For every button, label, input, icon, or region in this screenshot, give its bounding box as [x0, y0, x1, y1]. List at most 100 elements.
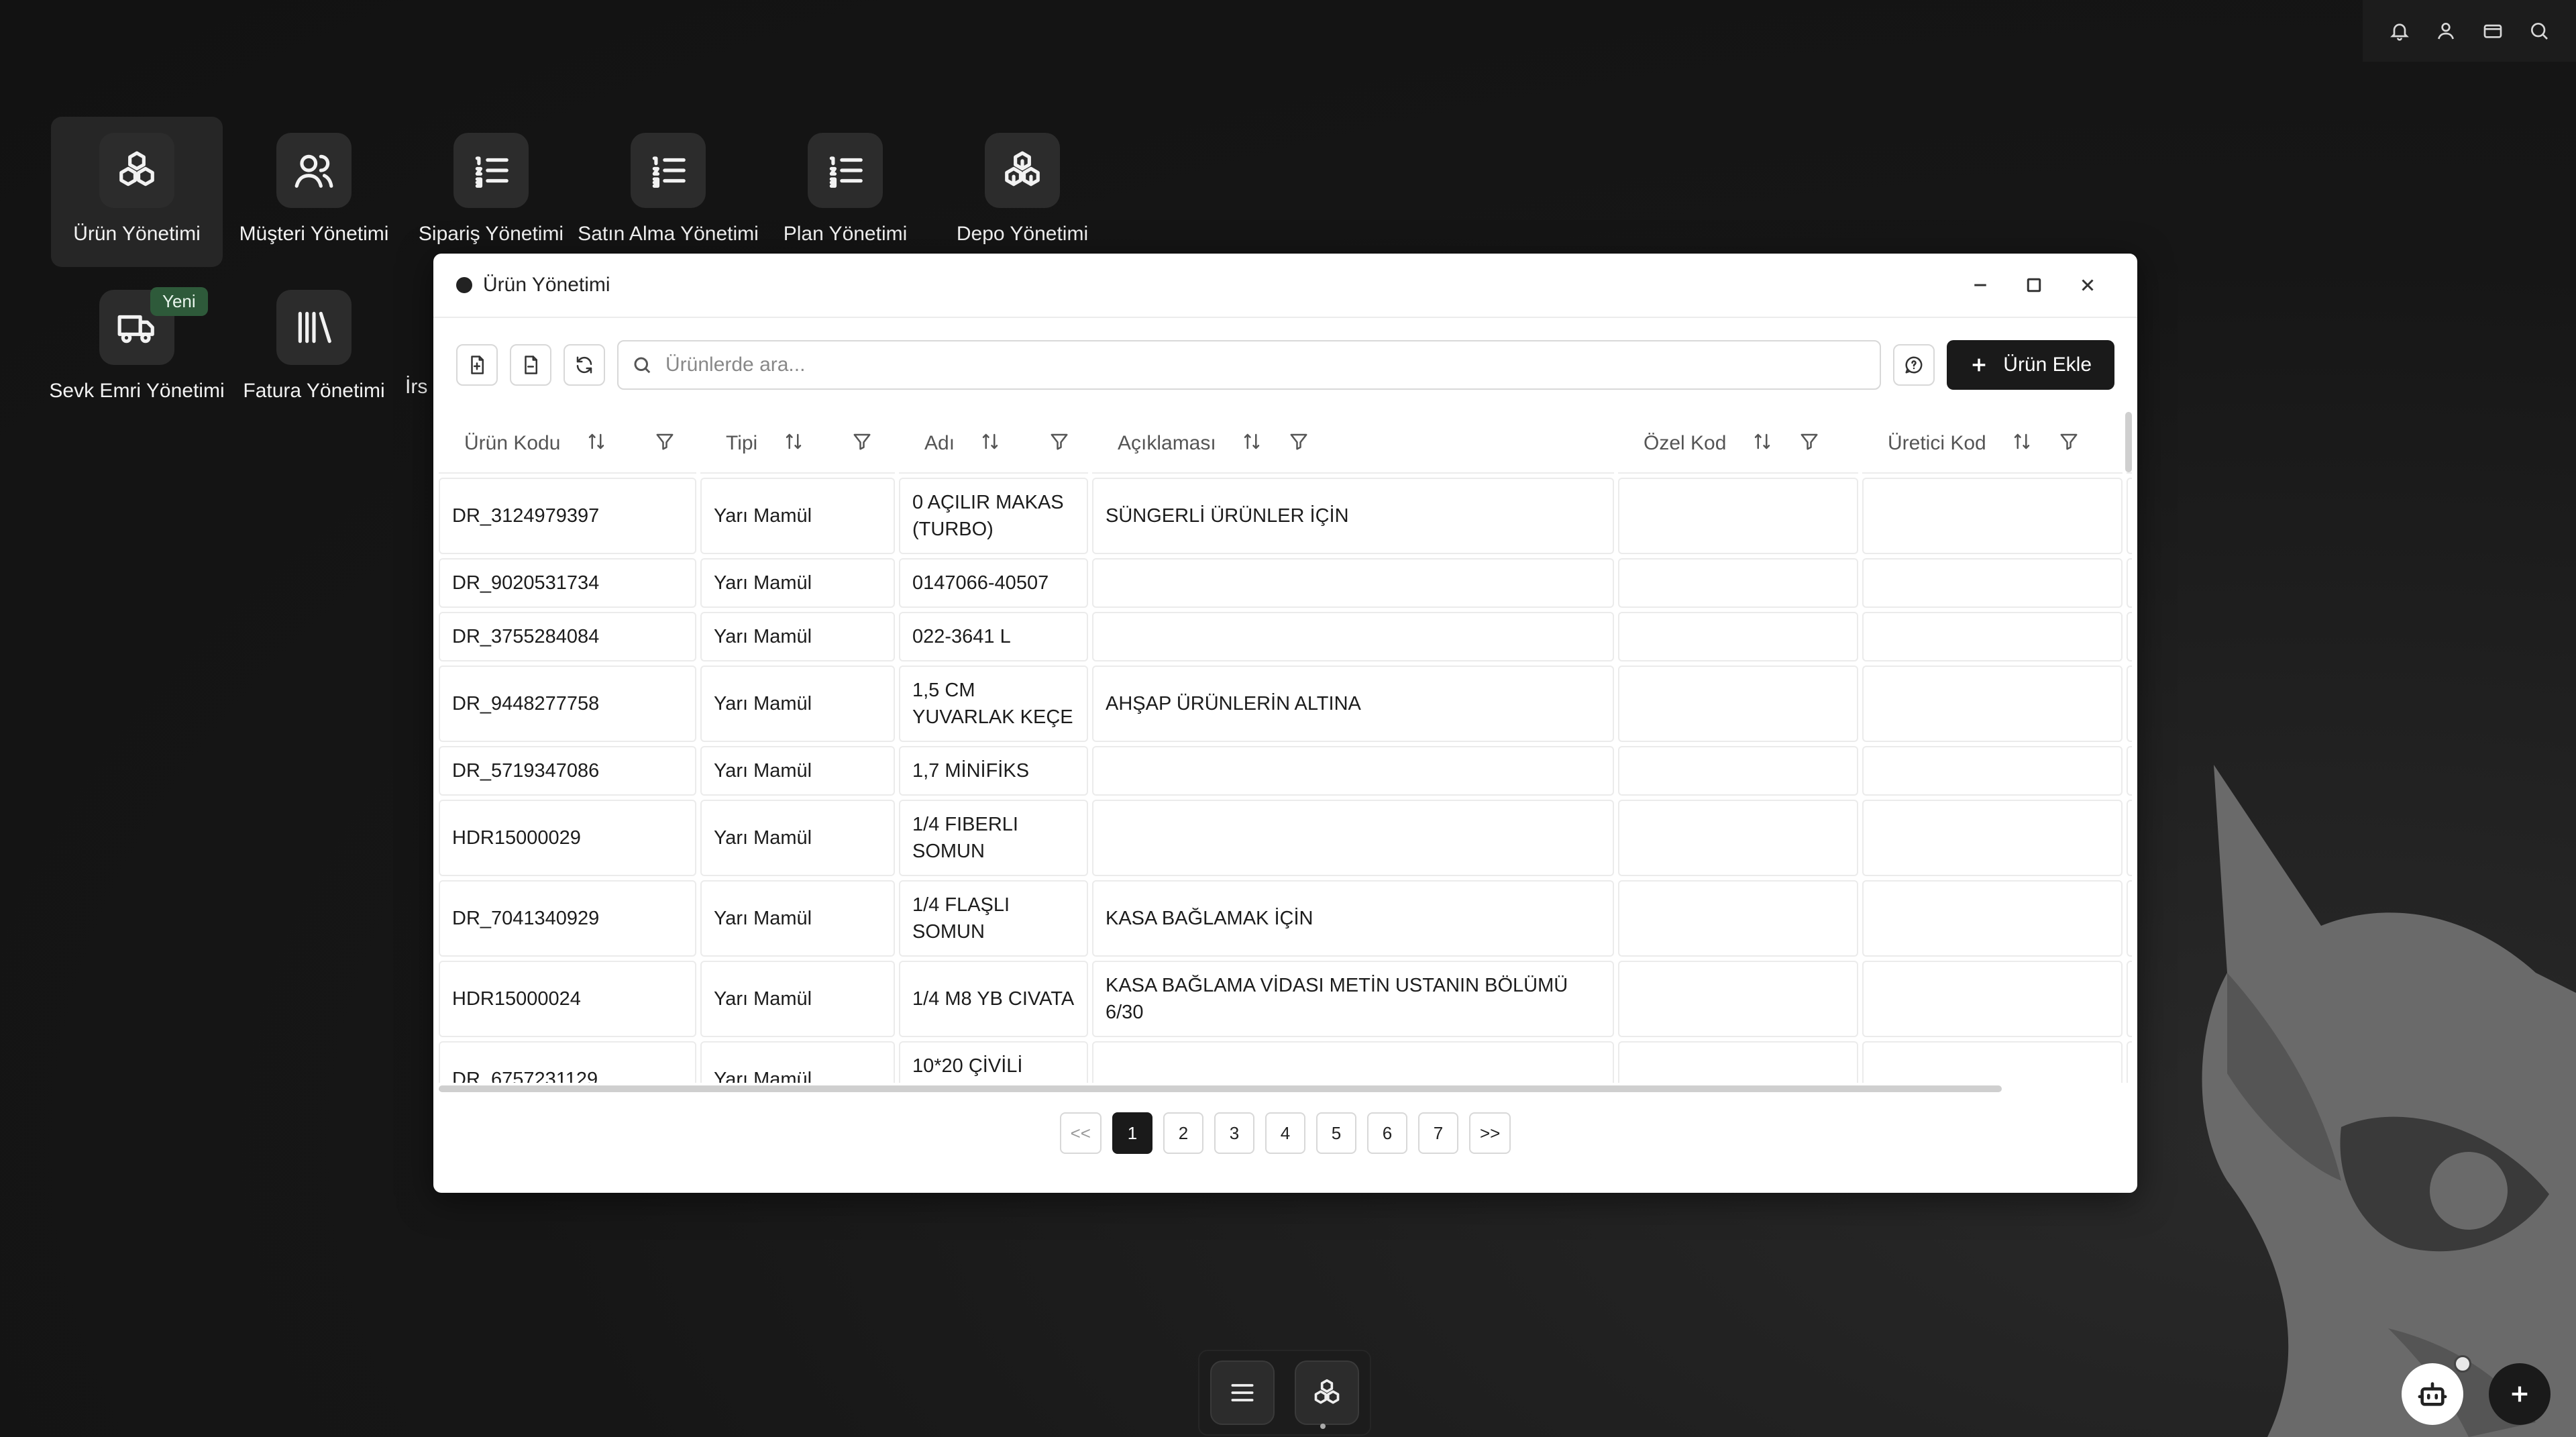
table-row[interactable]: DR_5719347086 Yarı Mamül 1,7 MİNİFİKS I: [439, 746, 2132, 796]
cell-extra: I: [2127, 478, 2132, 554]
column-header-aciklamasi[interactable]: Açıklaması: [1092, 416, 1614, 474]
cell-name: 022-3641 L: [899, 612, 1088, 661]
owl-watermark-icon: [2202, 765, 2576, 1437]
filter-icon[interactable]: [852, 431, 872, 457]
product-search[interactable]: [617, 340, 1882, 390]
search-icon[interactable]: [2524, 16, 2554, 46]
table-row[interactable]: DR_7041340929 Yarı Mamül 1/4 FLAŞLI SOMU…: [439, 880, 2132, 957]
pagination-page-1[interactable]: 1: [1112, 1112, 1152, 1154]
pagination-first-button[interactable]: <<: [1059, 1112, 1102, 1154]
bot-icon: [2418, 1382, 2447, 1406]
maximize-button[interactable]: [2007, 265, 2061, 305]
bell-icon[interactable]: [2385, 16, 2414, 46]
desktop-icon-siparis-yonetimi[interactable]: Sipariş Yönetimi: [405, 117, 577, 267]
export-button[interactable]: [510, 344, 551, 386]
cell-desc: KASA BAĞLAMA VİDASI METİN USTANIN BÖLÜMÜ…: [1092, 961, 1614, 1037]
pagination-page-6[interactable]: 6: [1367, 1112, 1407, 1154]
assistant-bot-button[interactable]: [2402, 1363, 2463, 1425]
desktop-icon-label: Satın Alma Yönetimi: [578, 223, 759, 245]
desktop-icon-label: Sevk Emri Yönetimi: [49, 380, 225, 402]
column-header-adi[interactable]: Adı: [899, 416, 1088, 474]
filter-icon[interactable]: [2059, 431, 2079, 457]
sort-icon[interactable]: [2012, 431, 2032, 457]
filter-icon[interactable]: [1049, 431, 1069, 457]
column-header-ozel-kod[interactable]: Özel Kod: [1618, 416, 1858, 474]
sort-icon[interactable]: [1242, 431, 1262, 457]
add-product-button[interactable]: Ürün Ekle: [1947, 340, 2114, 390]
pagination-next-button[interactable]: >>: [1469, 1112, 1511, 1154]
pagination-page-2[interactable]: 2: [1163, 1112, 1203, 1154]
desktop-icon-urun-yonetimi[interactable]: Ürün Yönetimi: [51, 117, 223, 267]
pagination-page-4[interactable]: 4: [1265, 1112, 1305, 1154]
pagination-page-3[interactable]: 3: [1214, 1112, 1254, 1154]
cell-name: 1/4 FLAŞLI SOMUN: [899, 880, 1088, 957]
minimize-icon: [1974, 284, 1986, 286]
cell-maker: [1862, 478, 2123, 554]
refresh-button[interactable]: [564, 344, 605, 386]
cell-type: Yarı Mamül: [700, 478, 895, 554]
cell-code: HDR15000029: [439, 800, 696, 876]
cell-extra: A: [2127, 1041, 2132, 1083]
minimize-button[interactable]: [1953, 265, 2007, 305]
refresh-icon: [576, 356, 592, 374]
table-row[interactable]: HDR15000024 Yarı Mamül 1/4 M8 YB CIVATA …: [439, 961, 2132, 1037]
desktop-icon-musteri-yonetimi[interactable]: Müşteri Yönetimi: [228, 117, 400, 267]
sort-icon[interactable]: [1752, 431, 1772, 457]
cell-type: Yarı Mamül: [700, 800, 895, 876]
cell-extra: I: [2127, 558, 2132, 608]
filter-icon[interactable]: [1289, 431, 1309, 457]
cell-special: [1618, 961, 1858, 1037]
column-header-uretici-kod[interactable]: Üretici Kod: [1862, 416, 2123, 474]
table-row[interactable]: DR_6757231129 Yarı Mamül 10*20 ÇİVİLİ KL…: [439, 1041, 2132, 1083]
pagination-page-5[interactable]: 5: [1316, 1112, 1356, 1154]
menu-button[interactable]: [1210, 1361, 1275, 1425]
taskbar-urun-yonetimi[interactable]: [1295, 1361, 1359, 1425]
vertical-scrollbar[interactable]: [2125, 412, 2132, 472]
desktop-icon-label: Depo Yönetimi: [956, 223, 1089, 245]
cell-name: 1/4 FIBERLI SOMUN: [899, 800, 1088, 876]
table-row[interactable]: DR_3755284084 Yarı Mamül 022-3641 L I: [439, 612, 2132, 661]
user-icon[interactable]: [2431, 16, 2461, 46]
cell-code: DR_5719347086: [439, 746, 696, 796]
close-button[interactable]: [2061, 265, 2114, 305]
cell-desc: KASA BAĞLAMAK İÇİN: [1092, 880, 1614, 957]
cell-special: [1618, 558, 1858, 608]
cell-desc: SÜNGERLİ ÜRÜNLER İÇİN: [1092, 478, 1614, 554]
add-floating-button[interactable]: [2489, 1363, 2551, 1425]
desktop-icon-plan-yonetimi[interactable]: Plan Yönetimi: [759, 117, 931, 267]
desktop-icon-satin-alma-yonetimi[interactable]: Satın Alma Yönetimi: [578, 117, 759, 267]
table-row[interactable]: DR_9448277758 Yarı Mamül 1,5 CM YUVARLAK…: [439, 666, 2132, 742]
cell-type: Yarı Mamül: [700, 666, 895, 742]
desktop-icon-fatura-yonetimi[interactable]: Fatura Yönetimi: [228, 272, 400, 423]
desktop-icon-label: İrs: [405, 376, 428, 398]
cell-maker: [1862, 880, 2123, 957]
sort-icon[interactable]: [980, 431, 1000, 457]
desktop-icon-label: Ürün Yönetimi: [73, 223, 201, 245]
sort-icon[interactable]: [784, 431, 804, 457]
desktop-icon-sevk-emri-yonetimi[interactable]: Yeni Sevk Emri Yönetimi: [49, 272, 225, 423]
table-row[interactable]: DR_3124979397 Yarı Mamül 0 AÇILIR MAKAS …: [439, 478, 2132, 554]
cell-type: Yarı Mamül: [700, 961, 895, 1037]
pagination-page-7[interactable]: 7: [1418, 1112, 1458, 1154]
cell-code: DR_3755284084: [439, 612, 696, 661]
filter-icon[interactable]: [1799, 431, 1819, 457]
column-header-urun-kodu[interactable]: Ürün Kodu: [439, 416, 696, 474]
desktop-icon-label: Fatura Yönetimi: [243, 380, 385, 402]
cell-special: [1618, 666, 1858, 742]
cell-special: [1618, 800, 1858, 876]
cell-desc: AHŞAP ÜRÜNLERİN ALTINA: [1092, 666, 1614, 742]
import-button[interactable]: [456, 344, 498, 386]
table-row[interactable]: DR_9020531734 Yarı Mamül 0147066-40507 I: [439, 558, 2132, 608]
maximize-icon: [2027, 278, 2041, 292]
window-titlebar[interactable]: Ürün Yönetimi: [433, 254, 2137, 318]
search-input[interactable]: [665, 354, 1867, 376]
sort-icon[interactable]: [586, 431, 606, 457]
horizontal-scrollbar[interactable]: [439, 1085, 2002, 1092]
column-header-tipi[interactable]: Tipi: [700, 416, 895, 474]
table-row[interactable]: HDR15000029 Yarı Mamül 1/4 FIBERLI SOMUN…: [439, 800, 2132, 876]
wallet-icon[interactable]: [2478, 16, 2508, 46]
cell-code: DR_9448277758: [439, 666, 696, 742]
ai-chat-button[interactable]: [1893, 344, 1935, 386]
filter-icon[interactable]: [655, 431, 675, 457]
desktop-icon-depo-yonetimi[interactable]: Depo Yönetimi: [936, 117, 1108, 267]
